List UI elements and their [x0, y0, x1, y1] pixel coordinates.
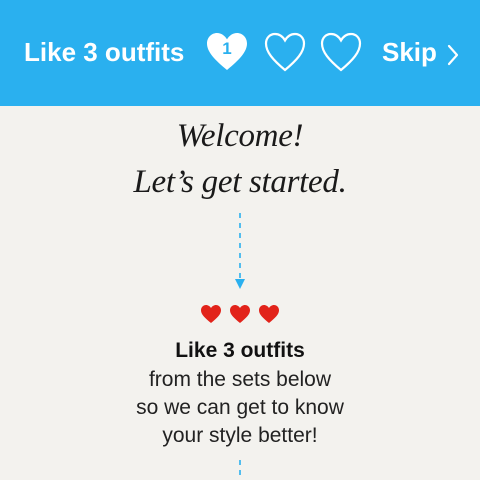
- welcome-line: Welcome!: [176, 118, 304, 154]
- three-hearts: [200, 304, 282, 328]
- instructions-line: so we can get to know: [136, 396, 344, 419]
- top-bar: Like 3 outfits 1 Skip: [0, 0, 480, 106]
- dashed-arrow-connector: [235, 213, 245, 289]
- welcome-subline: Let’s get started.: [133, 164, 347, 200]
- heart-outline-icon: [263, 30, 307, 74]
- liked-count: 1: [222, 39, 232, 58]
- skip-button[interactable]: Skip: [382, 36, 459, 68]
- red-heart-icon: [201, 305, 221, 323]
- instructions-line: your style better!: [162, 424, 318, 447]
- red-heart-icon: [230, 305, 250, 323]
- heart-filled-icon: 1: [205, 30, 249, 74]
- heart-outline-icon: [319, 30, 363, 74]
- welcome-heading: Welcome! Let’s get started.: [0, 113, 480, 205]
- instructions-line: from the sets below: [148, 368, 332, 391]
- dashed-connector: [239, 460, 241, 480]
- chevron-right-icon: [447, 41, 459, 73]
- instructions-headline: Like 3 outfits: [175, 339, 305, 362]
- red-heart-icon: [259, 305, 279, 323]
- skip-label: Skip: [382, 37, 437, 67]
- progress-title: Like 3 outfits: [24, 37, 185, 67]
